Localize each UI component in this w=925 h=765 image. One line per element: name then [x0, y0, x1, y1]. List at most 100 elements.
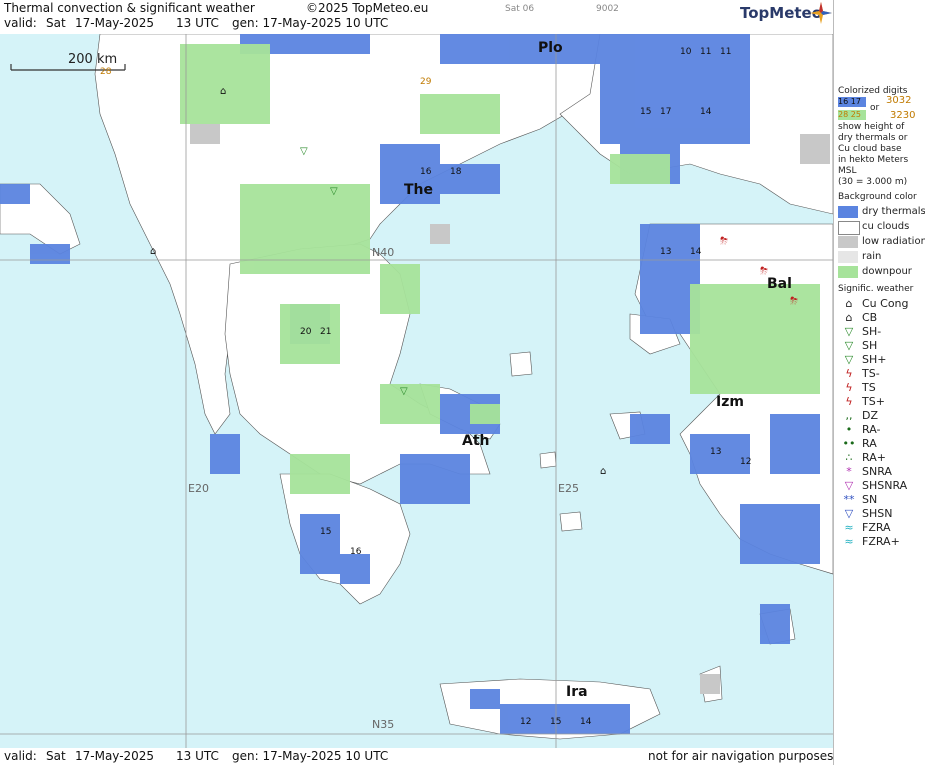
shower-symbol: ▽ [400, 386, 408, 397]
legend-example-c: 3032 [886, 95, 912, 106]
footer-valid-label: valid: [4, 749, 37, 763]
compass-icon [810, 2, 832, 24]
weather-map[interactable]: ⛈ ⛈ ⛈ ▽ ▽ ▽ ⌂ ⌂ ⌂ 10 11 11 15 17 14 16 18 13 1… [0, 34, 833, 748]
label-cb: CB [862, 311, 878, 324]
footer-generated-time: gen: 17-May-2025 10 UTC [232, 749, 389, 763]
drizzle-icon: ,, [845, 409, 853, 422]
legend-or: or [870, 103, 880, 113]
rain-light-icon: • [845, 423, 853, 436]
label-fzra-heavy: FZRA+ [862, 535, 900, 548]
svg-text:28: 28 [100, 67, 112, 77]
label-dry-thermals: dry thermals [862, 206, 925, 217]
legend-wx-title: Signific. weather [838, 284, 914, 294]
legend-desc-6: (30 = 3.000 m) [838, 177, 908, 187]
shower-icon: ▽ [844, 339, 854, 352]
svg-text:20: 20 [300, 327, 312, 337]
svg-text:16: 16 [420, 167, 432, 177]
small-label-1: Sat 06 [505, 4, 535, 14]
legend-bg-title: Background color [838, 192, 917, 202]
label-cu-cong: Cu Cong [862, 297, 909, 310]
svg-text:21: 21 [320, 327, 331, 337]
label-shsnra: SHSNRA [862, 479, 908, 492]
shower-symbol: ▽ [330, 186, 338, 197]
label-ra-heavy: RA+ [862, 451, 886, 464]
svg-text:15: 15 [320, 527, 331, 537]
legend-desc-4: in hekto Meters [838, 155, 909, 165]
label-dz: DZ [862, 409, 879, 422]
svg-text:14: 14 [580, 717, 592, 727]
label-snra: SNRA [862, 465, 892, 478]
snow-rain-shower-icon: ▽ [844, 479, 854, 492]
valid-time: 13 UTC [176, 16, 219, 30]
rain-heavy-icon: ∴ [845, 451, 853, 464]
freezing-rain-heavy-icon: ≈ [844, 535, 854, 548]
snow-shower-icon: ▽ [844, 507, 854, 520]
grid-label-n40: N40 [372, 246, 395, 259]
city-balikesir[interactable]: Bal [767, 276, 792, 292]
svg-text:12: 12 [520, 717, 531, 727]
cb-icon: ⌂ [845, 311, 853, 324]
thunder-heavy-icon: ϟ [845, 395, 853, 408]
city-izmir[interactable]: Izm [716, 394, 744, 410]
svg-text:14: 14 [690, 247, 702, 257]
label-sh-light: SH- [862, 325, 882, 338]
cu-cong-symbol: ⌂ [150, 246, 156, 257]
label-downpour: downpour [862, 266, 912, 277]
svg-text:13: 13 [660, 247, 671, 257]
legend-example-a: 16 17 [838, 97, 866, 107]
label-ra-light: RA- [862, 423, 881, 436]
shower-symbol: ▽ [300, 146, 308, 157]
swatch-low-radiation [838, 236, 858, 248]
swatch-cu-clouds [838, 221, 860, 235]
label-ts-light: TS- [862, 367, 880, 380]
label-shsn: SHSN [862, 507, 893, 520]
thunder-icon: ϟ [845, 381, 853, 394]
label-ts-heavy: TS+ [862, 395, 885, 408]
thunder-light-icon: ϟ [845, 367, 853, 380]
legend-desc-2: dry thermals or [838, 133, 908, 143]
legend-example-d: 3230 [890, 110, 916, 121]
thunder-symbol: ⛈ [790, 296, 798, 307]
city-thessaloniki[interactable]: The [404, 182, 433, 198]
label-cu-clouds: cu clouds [862, 221, 910, 232]
grid-label-e25: E25 [558, 482, 579, 495]
svg-text:11: 11 [720, 47, 731, 57]
label-sh-heavy: SH+ [862, 353, 887, 366]
svg-text:29: 29 [420, 77, 432, 87]
legend-example-b: 28 25 [838, 110, 866, 120]
cu-cong-icon: ⌂ [845, 297, 853, 310]
map-canvas: ⛈ ⛈ ⛈ ▽ ▽ ▽ ⌂ ⌂ ⌂ 10 11 11 15 17 14 16 18 13 1… [0, 34, 833, 748]
shower-light-icon: ▽ [844, 325, 854, 338]
rain-icon: •• [842, 437, 856, 450]
freezing-rain-icon: ≈ [844, 521, 854, 534]
swatch-rain [838, 251, 858, 263]
thunder-symbol: ⛈ [720, 236, 728, 247]
footer-bar: valid: Sat 17-May-2025 13 UTC gen: 17-Ma… [0, 748, 833, 765]
label-rain: rain [862, 251, 882, 262]
footer-valid-date: 17-May-2025 [75, 749, 155, 763]
grid-label-e20: E20 [188, 482, 209, 495]
label-fzra: FZRA [862, 521, 891, 534]
map-title: Thermal convection & significant weather [4, 1, 255, 15]
swatch-downpour [838, 266, 858, 278]
snow-icon: ** [843, 493, 855, 506]
city-plovdiv[interactable]: Plo [538, 40, 563, 56]
city-athens[interactable]: Ath [462, 433, 490, 449]
svg-text:11: 11 [700, 47, 711, 57]
label-ra: RA [862, 437, 877, 450]
header-bar: Thermal convection & significant weather… [0, 0, 833, 34]
svg-text:10: 10 [680, 47, 692, 57]
footer-disclaimer: not for air navigation purposes [648, 749, 834, 763]
legend-desc-3: Cu cloud base [838, 144, 902, 154]
footer-valid-time: 13 UTC [176, 749, 219, 763]
svg-text:14: 14 [700, 107, 712, 117]
snow-rain-icon: * [846, 465, 852, 478]
legend-desc-5: MSL [838, 166, 857, 176]
footer-valid-day: Sat [46, 749, 66, 763]
svg-text:15: 15 [640, 107, 651, 117]
scale-label: 200 km [68, 52, 118, 67]
shower-heavy-icon: ▽ [844, 353, 854, 366]
svg-text:17: 17 [660, 107, 671, 117]
city-iraklion[interactable]: Ira [566, 684, 588, 700]
cu-cong-symbol: ⌂ [220, 86, 226, 97]
